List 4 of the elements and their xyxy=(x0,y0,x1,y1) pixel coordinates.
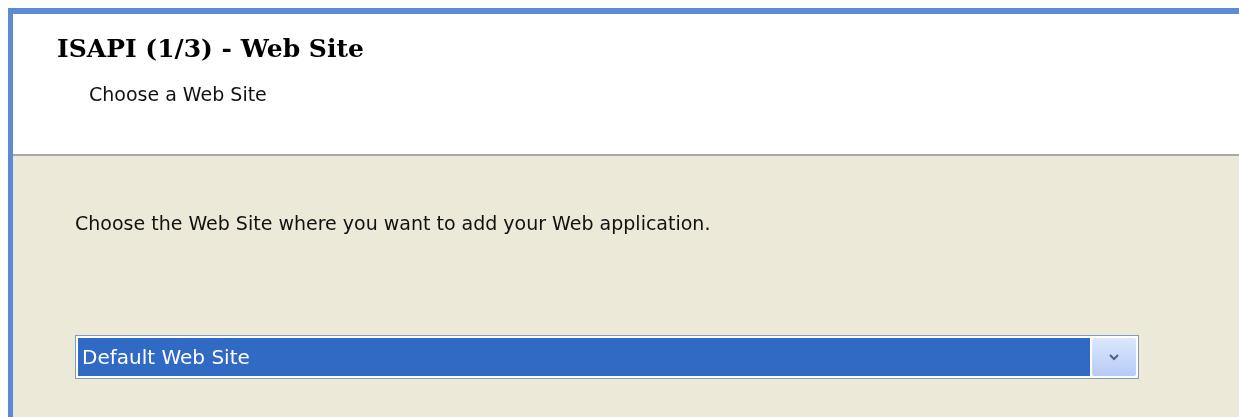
page-subtitle: Choose a Web Site xyxy=(89,83,268,105)
web-site-dropdown[interactable]: Default Web Site xyxy=(75,335,1139,379)
page-title: ISAPI (1/3) - Web Site xyxy=(57,34,365,63)
instruction-text: Choose the Web Site where you want to add your Web application. xyxy=(75,212,712,234)
